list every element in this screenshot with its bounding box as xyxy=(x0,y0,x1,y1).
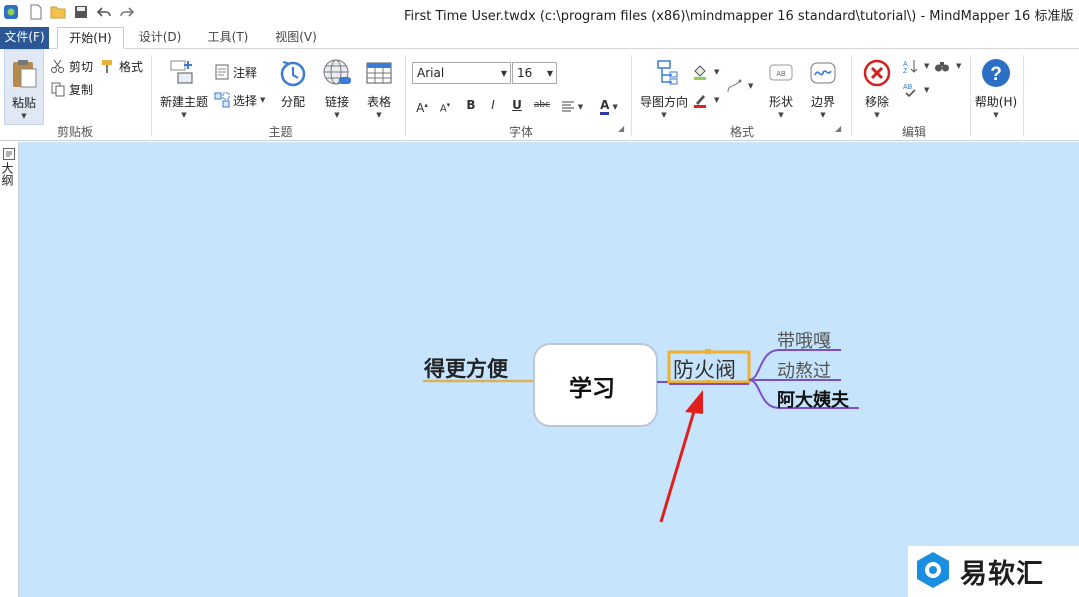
copy-icon xyxy=(50,81,66,97)
undo-icon[interactable] xyxy=(95,3,113,21)
scissors-icon xyxy=(50,58,66,74)
edit-group-label: 编辑 xyxy=(901,125,926,139)
tab-design[interactable]: 设计(D) xyxy=(131,27,189,49)
format-painter-button[interactable]: 格式 xyxy=(100,57,143,75)
watermark: 易软汇 xyxy=(908,546,1079,597)
grow-font-icon[interactable]: A▴ xyxy=(413,95,431,115)
distribute-icon xyxy=(277,57,309,89)
svg-text:?: ? xyxy=(990,64,1002,85)
save-icon[interactable] xyxy=(72,3,90,21)
annotation-arrow-head xyxy=(685,390,703,414)
watermark-text: 易软汇 xyxy=(960,559,1044,590)
tab-tools[interactable]: 工具(T) xyxy=(199,27,257,49)
fill-color-button[interactable]: ▼ xyxy=(692,63,719,81)
shrink-font-icon[interactable]: A▾ xyxy=(436,95,454,115)
font-family-select[interactable]: Arial ▼ xyxy=(412,62,511,84)
sort-button[interactable]: A Z ▼ xyxy=(902,57,929,75)
table-button[interactable]: 表格 ▼ xyxy=(360,49,398,125)
font-group-label: 字体 xyxy=(508,125,533,139)
note-button[interactable]: 注释 xyxy=(214,63,257,81)
pen-color-icon xyxy=(692,92,708,108)
left-topic[interactable]: 得更方便 xyxy=(424,353,508,383)
clipboard-group-label: 剪贴板 xyxy=(56,125,93,139)
window-title: First Time User.twdx (c:\program files (… xyxy=(404,9,1074,24)
italic-button[interactable]: I xyxy=(484,95,502,115)
tab-file[interactable]: 文件(F) xyxy=(0,27,49,49)
distribute-button[interactable]: 分配 xyxy=(274,49,312,125)
underline-button[interactable]: U xyxy=(508,95,526,115)
bold-button[interactable]: B xyxy=(462,95,480,115)
svg-text:Z: Z xyxy=(903,68,908,74)
map-direction-icon xyxy=(648,57,680,89)
mind-map-canvas[interactable]: 得更方便 学习 防火阀 带哦嘎 动熬过 阿大姨夫 xyxy=(19,142,1079,597)
ribbon: 粘贴 ▼ 剪切 格式 复制 剪贴板 新建主题 ▼ 注释 选择 ▼ 分配 链接 ▼… xyxy=(0,49,1079,141)
open-folder-icon[interactable] xyxy=(49,3,67,21)
remove-button[interactable]: 移除 ▼ xyxy=(858,49,896,125)
help-button[interactable]: ? 帮助(H) ▼ xyxy=(974,49,1018,125)
map-connectors xyxy=(423,343,859,523)
shape-icon: AB xyxy=(765,57,797,89)
new-file-icon[interactable] xyxy=(27,3,45,21)
line-color-button[interactable]: ▼ xyxy=(692,91,719,109)
cut-button[interactable]: 剪切 xyxy=(50,57,93,75)
copy-button[interactable]: 复制 xyxy=(50,80,93,98)
connector-icon xyxy=(726,78,742,94)
svg-text:A: A xyxy=(903,61,908,68)
subtopic-3[interactable]: 阿大姨夫 xyxy=(777,386,849,412)
note-icon xyxy=(214,64,230,80)
globe-link-icon xyxy=(321,57,353,89)
title-bar: First Time User.twdx (c:\program files (… xyxy=(0,0,1079,26)
shape-button[interactable]: AB 形状 ▼ xyxy=(762,49,800,125)
select-icon xyxy=(214,92,230,108)
format-dialog-launcher-icon[interactable]: ◢ xyxy=(835,124,841,133)
format-painter-icon xyxy=(100,58,116,74)
paste-icon xyxy=(8,58,40,90)
font-size-select[interactable]: 16 ▼ xyxy=(512,62,557,84)
find-button[interactable]: ▼ xyxy=(934,57,961,75)
border-button[interactable]: 边界 ▼ xyxy=(804,49,842,125)
outline-panel-tab[interactable]: 大纲 xyxy=(0,142,19,597)
select-button[interactable]: 选择 ▼ xyxy=(214,91,265,109)
spell-check-button[interactable]: AB ▼ xyxy=(902,81,929,99)
annotation-arrow-shaft xyxy=(659,407,697,523)
central-topic[interactable]: 学习 xyxy=(569,369,615,403)
subtopic-2[interactable]: 动熬过 xyxy=(777,357,831,383)
sort-az-icon: AZ xyxy=(902,58,918,75)
format-group-label: 格式 xyxy=(729,125,754,139)
watermark-logo-icon xyxy=(914,550,952,593)
link-button[interactable]: 链接 ▼ xyxy=(318,49,356,125)
font-color-icon[interactable]: A ▼ xyxy=(594,95,624,115)
tab-view[interactable]: 视图(V) xyxy=(267,27,325,49)
outline-icon xyxy=(3,148,15,163)
topic-group-label: 主题 xyxy=(268,125,293,139)
fill-bucket-icon xyxy=(692,64,708,80)
new-topic-icon xyxy=(168,57,200,89)
outline-label: 大纲 xyxy=(0,162,14,186)
ribbon-tabs: 文件(F) 开始(H) 设计(D) 工具(T) 视图(V) xyxy=(0,26,1079,49)
strikethrough-button[interactable]: abc xyxy=(530,95,554,115)
spell-check-icon: AB xyxy=(902,82,918,98)
align-icon[interactable]: ▼ xyxy=(558,95,586,115)
new-topic-button[interactable]: 新建主题 ▼ xyxy=(158,49,210,125)
table-icon xyxy=(363,57,395,89)
paste-button[interactable]: 粘贴 ▼ xyxy=(4,49,44,125)
app-logo-icon xyxy=(2,3,20,21)
svg-text:AB: AB xyxy=(776,71,786,78)
subtopic-1[interactable]: 带哦嘎 xyxy=(777,327,831,353)
help-icon: ? xyxy=(980,57,1012,89)
binoculars-icon xyxy=(934,58,950,74)
font-dialog-launcher-icon[interactable]: ◢ xyxy=(618,124,624,133)
remove-icon xyxy=(861,57,893,89)
selected-topic[interactable]: 防火阀 xyxy=(673,354,736,384)
tab-home[interactable]: 开始(H) xyxy=(57,27,124,49)
map-direction-button[interactable]: 导图方向 ▼ xyxy=(638,49,690,125)
connector-style-button[interactable]: ▼ xyxy=(726,77,753,95)
border-icon xyxy=(807,57,839,89)
svg-text:AB: AB xyxy=(903,84,913,91)
redo-icon[interactable] xyxy=(118,3,136,21)
